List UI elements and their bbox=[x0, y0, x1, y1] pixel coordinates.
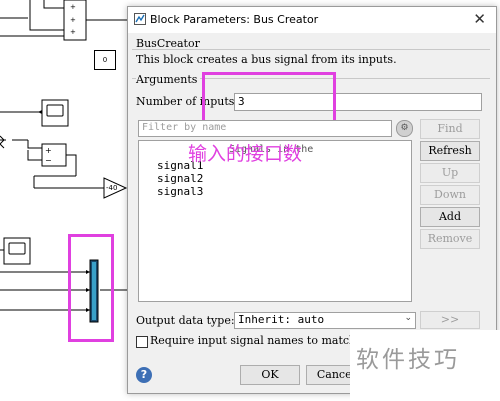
output-type-value: Inherit: auto bbox=[238, 313, 325, 326]
expand-button[interactable]: >> bbox=[420, 311, 480, 329]
find-button[interactable]: Find bbox=[420, 119, 480, 139]
output-type-label: Output data type: bbox=[136, 314, 235, 327]
constant-block[interactable]: 0 bbox=[94, 50, 116, 70]
bus-creator-highlight bbox=[68, 234, 114, 342]
dialog-titlebar[interactable]: Block Parameters: Bus Creator ✕ bbox=[128, 7, 496, 33]
filter-placeholder: Filter by name bbox=[142, 122, 227, 133]
num-inputs-highlight bbox=[202, 72, 336, 124]
watermark: 软件技巧 bbox=[350, 330, 500, 401]
svg-text:+: + bbox=[45, 146, 52, 155]
filter-input[interactable]: Filter by name bbox=[138, 120, 392, 137]
require-label: Require input signal names to match s bbox=[150, 334, 366, 347]
svg-text:−: − bbox=[45, 156, 52, 165]
remove-button[interactable]: Remove bbox=[420, 229, 480, 249]
up-button[interactable]: Up bbox=[420, 163, 480, 183]
svg-text:+: + bbox=[70, 3, 76, 11]
signal-item[interactable]: signal2 bbox=[157, 172, 203, 185]
help-icon[interactable]: ? bbox=[136, 367, 152, 383]
gain-value: -40 bbox=[106, 184, 118, 192]
down-button[interactable]: Down bbox=[420, 185, 480, 205]
svg-text:+: + bbox=[70, 28, 76, 36]
require-checkbox[interactable] bbox=[136, 336, 148, 348]
annotation-text: 输入的接口数 bbox=[188, 143, 303, 165]
arguments-legend: Arguments bbox=[136, 73, 201, 86]
dialog-title: Block Parameters: Bus Creator bbox=[150, 13, 319, 26]
block-description: This block creates a bus signal from its… bbox=[136, 53, 397, 66]
chevron-down-icon: ⌄ bbox=[404, 313, 412, 323]
filter-options-icon[interactable]: ⚙ bbox=[396, 120, 413, 137]
constant-value: 0 bbox=[102, 56, 108, 64]
refresh-button[interactable]: Refresh bbox=[420, 141, 480, 161]
ok-button[interactable]: OK bbox=[240, 365, 300, 385]
svg-text:+: + bbox=[70, 16, 76, 24]
close-icon[interactable]: ✕ bbox=[473, 10, 486, 28]
output-type-select[interactable]: Inherit: auto ⌄ bbox=[234, 312, 416, 329]
add-button[interactable]: Add bbox=[420, 207, 480, 227]
simulink-icon bbox=[134, 13, 146, 25]
signal-item[interactable]: signal3 bbox=[157, 185, 203, 198]
